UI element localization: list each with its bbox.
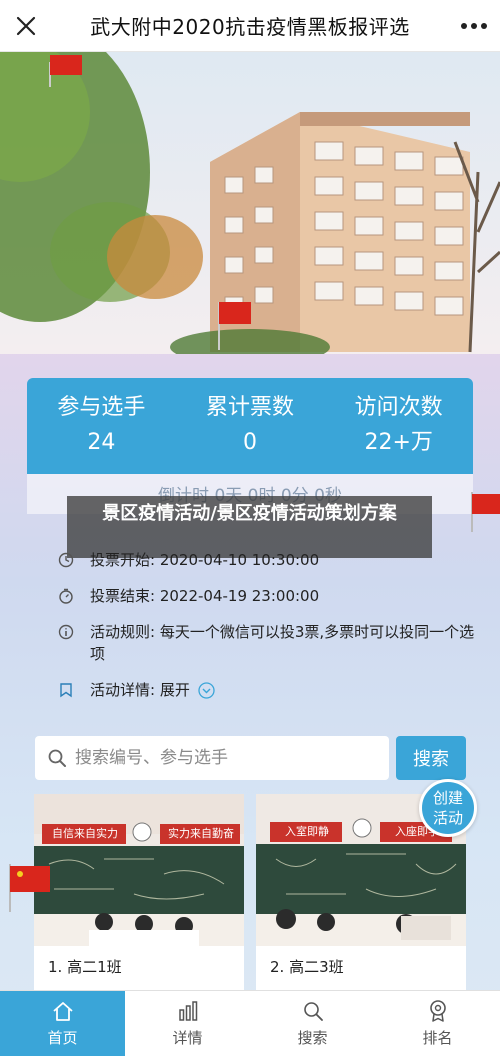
- home-icon: [51, 999, 75, 1023]
- stat-label: 累计票数: [206, 395, 295, 420]
- top-app-bar: 武大附中2020抗击疫情黑板报评选: [0, 0, 500, 52]
- search-icon: [39, 748, 75, 768]
- nav-details[interactable]: 详情: [125, 991, 250, 1056]
- entry-caption: 2. 高二3班: [270, 958, 344, 976]
- hero-banner-image: [0, 52, 500, 354]
- nav-home[interactable]: 首页: [0, 991, 125, 1056]
- nav-label: 首页: [47, 1029, 78, 1047]
- vote-start-text: 投票开始: 2020-04-10 10:30:00: [90, 551, 320, 569]
- vote-end-text: 投票结束: 2022-04-19 23:00:00: [90, 587, 320, 605]
- activity-info: 投票开始: 2020-04-10 10:30:00 投票结束: 2022-04-…: [58, 547, 478, 701]
- nav-label: 排名: [422, 1029, 453, 1047]
- nav-ranking[interactable]: 排名: [375, 991, 500, 1056]
- info-vote-end: 投票结束: 2022-04-19 23:00:00: [58, 585, 478, 607]
- create-line1: 创建: [432, 789, 463, 807]
- page-title: 武大附中2020抗击疫情黑板报评选: [90, 15, 410, 39]
- clock-icon: [58, 549, 90, 571]
- flag-decoration: [9, 864, 50, 912]
- banner-text-right: 实力来自勤奋: [168, 827, 234, 840]
- search-button[interactable]: 搜索: [396, 736, 466, 780]
- stat-label: 参与选手: [57, 395, 146, 420]
- stat-label: 访问次数: [354, 395, 443, 420]
- search-box: [35, 736, 389, 780]
- stat-value: 24: [87, 430, 116, 455]
- stat-votes: 累计票数 0: [176, 378, 325, 474]
- stat-visits: 访问次数 22+万: [324, 378, 473, 474]
- info-vote-start: 投票开始: 2020-04-10 10:30:00: [58, 549, 478, 571]
- chevron-down-icon[interactable]: [198, 679, 215, 701]
- create-activity-button[interactable]: 创建 活动: [419, 779, 477, 837]
- create-line2: 活动: [432, 809, 463, 827]
- nav-label: 详情: [172, 1029, 203, 1047]
- entry-card[interactable]: 自信来自实力 实力来自勤奋 1. 高二1班: [34, 794, 244, 990]
- details-text: 活动详情: 展开: [90, 681, 190, 699]
- stats-panel: 参与选手 24 累计票数 0 访问次数 22+万: [27, 378, 473, 474]
- stat-value: 0: [243, 430, 257, 455]
- search-icon: [302, 999, 324, 1023]
- banner-text-left: 入室即静: [285, 825, 329, 838]
- info-circle-icon: [58, 621, 90, 643]
- rules-text: 活动规则: 每天一个微信可以投3票,多票时可以投同一个选项: [90, 623, 475, 663]
- close-icon: [16, 16, 36, 35]
- info-rules: 活动规则: 每天一个微信可以投3票,多票时可以投同一个选项: [58, 621, 478, 665]
- stat-participants: 参与选手 24: [27, 378, 176, 474]
- timer-icon: [58, 585, 90, 607]
- bar-chart-icon: [177, 999, 199, 1023]
- more-dots-icon: [461, 22, 487, 29]
- bookmark-icon: [58, 679, 90, 701]
- entry-photo: 自信来自实力 实力来自勤奋: [34, 794, 244, 946]
- flag-decoration: [471, 492, 500, 532]
- bottom-nav: 首页 详情 搜索 排名: [0, 990, 500, 1056]
- nav-label: 搜索: [297, 1029, 328, 1047]
- close-button[interactable]: [0, 0, 52, 52]
- medal-icon: [427, 999, 449, 1023]
- nav-search[interactable]: 搜索: [250, 991, 375, 1056]
- more-button[interactable]: [448, 0, 500, 52]
- search-input[interactable]: [75, 748, 375, 768]
- banner-text-left: 自信来自实力: [52, 827, 118, 840]
- info-details[interactable]: 活动详情: 展开: [58, 679, 478, 701]
- stat-value: 22+万: [364, 430, 433, 455]
- entry-caption: 1. 高二1班: [48, 958, 122, 976]
